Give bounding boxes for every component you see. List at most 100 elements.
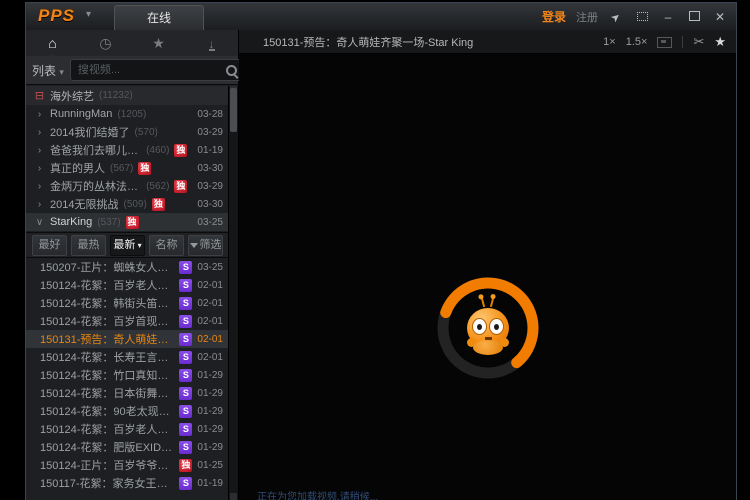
funnel-icon (190, 243, 198, 248)
exclusive-badge: 独 (126, 216, 139, 229)
search-input[interactable] (76, 63, 222, 77)
episode-title: 150124-花絮：韩街头笛队与竹... (40, 295, 174, 311)
category-count: (537) (97, 217, 120, 228)
episode-date: 01-19 (197, 478, 223, 489)
screen-size-icon[interactable] (657, 37, 672, 48)
episode-row[interactable]: 150124-花絮：百岁老人现场舞...S01-29 (26, 420, 229, 438)
divider (682, 36, 683, 48)
episode-row-selected[interactable]: 150131-预告：奇人萌娃齐聚一...S02-01 (26, 330, 229, 348)
episode-row[interactable]: 150207-正片：蜘蛛女人Zlata软...S03-25 (26, 258, 229, 276)
pps-mascot (465, 298, 511, 356)
episode-row[interactable]: 150124-花絮：日本街舞王子竹...S01-29 (26, 384, 229, 402)
episode-row[interactable]: 150124-正片：百岁爷爷开车录...独01-25 (26, 456, 229, 474)
s-quality-badge: S (179, 405, 192, 418)
episode-row[interactable]: 150124-花絮：韩街头笛队与竹...S02-01 (26, 294, 229, 312)
category-date: 03-29 (197, 127, 223, 138)
search-icon[interactable] (226, 65, 237, 76)
minimize-button[interactable]: – (660, 10, 676, 24)
category-row[interactable]: ›金炳万的丛林法则3(562)独03-29 (26, 177, 229, 195)
loading-note[interactable]: 正在为您加载视频,请稍候... (257, 488, 378, 500)
video-area[interactable]: 正在为您加载视频,请稍候... (239, 54, 736, 500)
pps-logo: PPS (38, 6, 75, 26)
mini-mode-button[interactable] (634, 10, 650, 24)
episode-date: 01-29 (197, 442, 223, 453)
episode-date: 03-25 (197, 262, 223, 273)
filter-button-最好[interactable]: 最好 (32, 235, 67, 256)
episode-row[interactable]: 150124-花絮：长寿王言五味子...S02-01 (26, 348, 229, 366)
register-link[interactable]: 注册 (576, 9, 598, 25)
exclusive-badge: 独 (174, 144, 187, 157)
speed-1-5x-button[interactable]: 1.5× (626, 36, 648, 48)
category-date: 01-19 (197, 145, 223, 156)
home-icon: ⌂ (48, 35, 56, 51)
episode-row[interactable]: 150124-花絮：竹口真知展神技...S01-29 (26, 366, 229, 384)
category-label: StarKing (50, 216, 92, 228)
scroll-down-button[interactable] (230, 493, 237, 500)
search-box (70, 59, 243, 81)
episode-row[interactable]: 150124-花絮：百岁首现场观相...S02-01 (26, 312, 229, 330)
clip-scissors-icon[interactable]: ✂ (693, 34, 704, 50)
favorites-star-icon: ★ (152, 35, 165, 51)
app-window: PPS ▾ 在线 登录 注册 ➤ – ✕ ⌂ ◷ ★ ↓ (25, 2, 737, 500)
nav-favorites-button[interactable]: ★ (132, 35, 185, 52)
chevron-right-icon: › (34, 163, 45, 174)
category-date: 03-30 (197, 199, 223, 210)
chevron-right-icon: › (34, 145, 45, 156)
category-row[interactable]: ⊟海外综艺(11232) (26, 86, 229, 105)
exclusive-badge: 独 (152, 198, 165, 211)
episode-date: 01-29 (197, 388, 223, 399)
filter-button-名称[interactable]: 名称 (149, 235, 184, 256)
category-count: (570) (134, 127, 157, 138)
s-quality-badge: S (179, 351, 192, 364)
chevron-right-icon: › (34, 181, 45, 192)
favorite-star-icon[interactable]: ★ (714, 34, 726, 50)
category-label: 真正的男人 (50, 160, 105, 176)
maximize-icon (689, 11, 700, 21)
pin-button[interactable]: ➤ (608, 10, 624, 24)
episode-row[interactable]: 150124-花絮：90老太现场掰手...S01-29 (26, 402, 229, 420)
category-row[interactable]: ∨ StarKing (537) 独 03-25 (26, 213, 229, 231)
chevron-right-icon: › (34, 109, 45, 120)
episode-date: 01-29 (197, 406, 223, 417)
nav-home-button[interactable]: ⌂ (26, 35, 79, 51)
episode-row[interactable]: 150117-花絮：家务女王生活妙...S01-19 (26, 474, 229, 492)
category-date: 03-25 (197, 217, 223, 228)
mini-mode-icon (637, 12, 648, 21)
category-row[interactable]: ›真正的男人(567)独03-30 (26, 159, 229, 177)
category-count: (11232) (99, 90, 133, 101)
category-date: 03-29 (197, 181, 223, 192)
filter-button-最新[interactable]: 最新 ▾ (110, 235, 145, 256)
nav-history-button[interactable]: ◷ (79, 35, 132, 52)
s-quality-badge: S (179, 477, 192, 490)
category-row[interactable]: ›爸爸我们去哪儿第二季(460)独01-19 (26, 141, 229, 159)
sort-caret-icon: ▾ (135, 241, 141, 250)
scrollbar-thumb[interactable] (230, 88, 237, 132)
category-row[interactable]: ›2014我们结婚了(570)03-29 (26, 123, 229, 141)
list-dropdown-button[interactable]: 列表 ▾ (32, 62, 64, 79)
filter-button-最热[interactable]: 最热 (71, 235, 106, 256)
player-pane: 150131-预告：奇人萌娃齐聚一场-Star King 1× 1.5× ✂ ★ (239, 30, 736, 500)
logo-menu-caret-icon[interactable]: ▾ (86, 9, 91, 20)
nav-downloads-button[interactable]: ↓ (185, 35, 238, 51)
title-bar: PPS ▾ 在线 登录 注册 ➤ – ✕ (26, 3, 736, 31)
maximize-button[interactable] (686, 10, 702, 24)
episode-row[interactable]: 150124-花絮：肥版EXID热舞不...S01-29 (26, 438, 229, 456)
login-link[interactable]: 登录 (542, 8, 566, 25)
player-header: 150131-预告：奇人萌娃齐聚一场-Star King 1× 1.5× ✂ ★ (239, 30, 736, 54)
speed-1x-button[interactable]: 1× (603, 36, 616, 48)
filter-button-筛选[interactable]: 筛选 (188, 235, 223, 256)
chevron-down-icon: ∨ (34, 217, 45, 228)
episode-title: 150124-花絮：肥版EXID热舞不... (40, 439, 174, 455)
sidebar: ⌂ ◷ ★ ↓ 列表 ▾ ⊟海外综艺(11232)›RunningMan(120… (26, 30, 239, 500)
category-row[interactable]: ›2014无限挑战(509)独03-30 (26, 195, 229, 213)
category-list: ⊟海外综艺(11232)›RunningMan(1205)03-28›2014我… (26, 86, 229, 232)
category-row[interactable]: ›RunningMan(1205)03-28 (26, 105, 229, 123)
sidebar-scrollbar[interactable] (228, 86, 238, 500)
tab-online[interactable]: 在线 (114, 5, 204, 31)
episode-date: 01-29 (197, 424, 223, 435)
episode-row[interactable]: 150124-花絮：百岁老人鹤发童...S02-01 (26, 276, 229, 294)
s-quality-badge: S (179, 333, 192, 346)
close-button[interactable]: ✕ (712, 10, 728, 24)
episode-date: 01-25 (197, 460, 223, 471)
episode-date: 02-01 (197, 334, 223, 345)
